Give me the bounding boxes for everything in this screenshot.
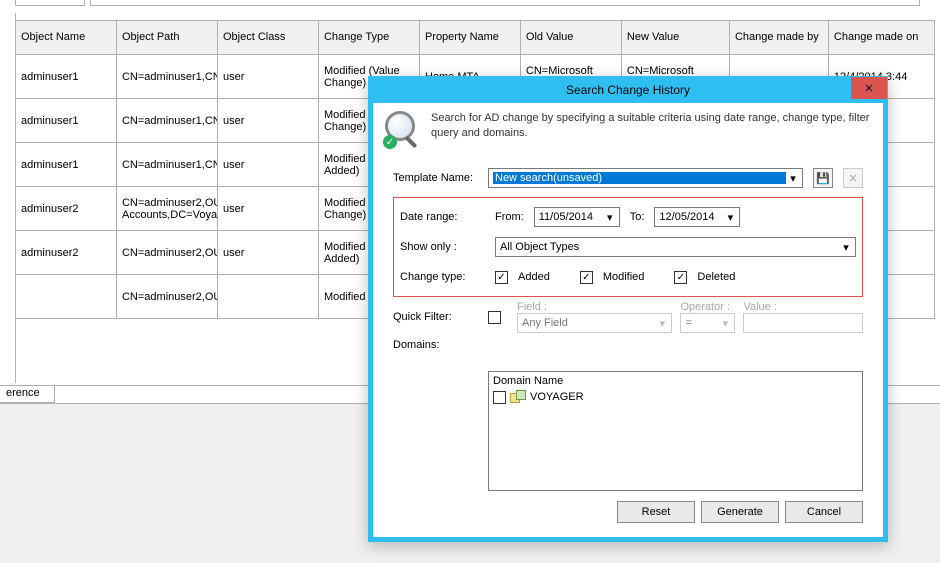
to-label: To: [630, 211, 645, 223]
domain-icon [510, 390, 526, 404]
deleted-label: Deleted [697, 271, 735, 283]
col-change-type[interactable]: Change Type [318, 21, 419, 55]
domains-label: Domains: [393, 339, 478, 351]
template-name-label: Template Name: [393, 172, 478, 184]
col-old-value[interactable]: Old Value [520, 21, 621, 55]
chevron-down-icon: ▾ [718, 315, 732, 331]
save-template-button[interactable]: 💾 [813, 168, 833, 188]
cell: adminuser1 [16, 55, 117, 99]
col-object-class[interactable]: Object Class [217, 21, 318, 55]
operator-select: = ▾ [680, 313, 735, 333]
dialog-titlebar[interactable]: Search Change History ✕ [369, 77, 887, 103]
grid-header-row: Object Name Object Path Object Class Cha… [16, 21, 935, 55]
domain-name: VOYAGER [530, 391, 584, 403]
delete-icon: ✕ [848, 172, 857, 185]
dialog-title: Search Change History [369, 83, 887, 97]
domains-list[interactable]: Domain Name VOYAGER [488, 371, 863, 491]
chevron-down-icon: ▾ [839, 239, 853, 255]
cell [217, 275, 318, 319]
reset-button[interactable]: Reset [617, 501, 695, 523]
show-only-select[interactable]: All Object Types ▾ [495, 237, 856, 257]
search-change-history-dialog: Search Change History ✕ ✓ Search for AD … [368, 76, 888, 542]
chevron-down-icon: ▾ [723, 209, 737, 225]
from-date-input[interactable]: 11/05/2014 ▾ [534, 207, 620, 227]
criteria-group: Date range: From: 11/05/2014 ▾ To: 12/05… [393, 197, 863, 297]
col-object-name[interactable]: Object Name [16, 21, 117, 55]
cell: adminuser1 [16, 99, 117, 143]
close-icon: ✕ [864, 82, 873, 95]
operator-label: Operator : [680, 301, 735, 313]
template-name-value: New search(unsaved) [493, 172, 798, 184]
from-label: From: [495, 211, 524, 223]
quick-filter-label: Quick Filter: [393, 311, 478, 323]
deleted-checkbox[interactable]: ✓ [674, 271, 687, 284]
show-only-value: All Object Types [500, 241, 579, 253]
domain-checkbox[interactable] [493, 391, 506, 404]
col-object-path[interactable]: Object Path [116, 21, 217, 55]
template-name-select[interactable]: New search(unsaved) ▾ [488, 168, 803, 188]
added-checkbox[interactable]: ✓ [495, 271, 508, 284]
field-label: Field : [517, 301, 672, 313]
modified-label: Modified [603, 271, 645, 283]
cell: CN=adminuser2,OU=Service Accounts,DC=Voy… [116, 187, 217, 231]
delete-template-button: ✕ [843, 168, 863, 188]
cell: user [217, 231, 318, 275]
value-label: Value : [743, 301, 863, 313]
show-only-label: Show only : [400, 241, 485, 253]
cell: CN=adminuser2,OU= [116, 275, 217, 319]
col-property-name[interactable]: Property Name [419, 21, 520, 55]
col-change-by[interactable]: Change made by [729, 21, 828, 55]
chevron-down-icon: ▾ [655, 315, 669, 331]
change-type-label: Change type: [400, 271, 485, 283]
cell [16, 275, 117, 319]
toolbar-slot [15, 0, 85, 6]
cell: CN=adminuser1,CN= [116, 143, 217, 187]
cell: adminuser2 [16, 231, 117, 275]
domain-item[interactable]: VOYAGER [493, 389, 858, 405]
modified-checkbox[interactable]: ✓ [580, 271, 593, 284]
cell: user [217, 55, 318, 99]
cancel-button[interactable]: Cancel [785, 501, 863, 523]
search-icon: ✓ [383, 111, 421, 149]
domain-header: Domain Name [493, 375, 858, 387]
cell: user [217, 187, 318, 231]
date-range-label: Date range: [400, 211, 485, 223]
cell: adminuser2 [16, 187, 117, 231]
from-date-value: 11/05/2014 [539, 211, 593, 223]
added-label: Added [518, 271, 550, 283]
field-select: Any Field ▾ [517, 313, 672, 333]
cell: user [217, 99, 318, 143]
cell: adminuser1 [16, 143, 117, 187]
cell: CN=adminuser1,CN= [116, 55, 217, 99]
lower-panel-tab[interactable]: erence [0, 385, 55, 403]
value-input [743, 313, 863, 333]
to-date-input[interactable]: 12/05/2014 ▾ [654, 207, 740, 227]
to-date-value: 12/05/2014 [659, 211, 714, 223]
col-change-on[interactable]: Change made on [828, 21, 934, 55]
close-button[interactable]: ✕ [851, 77, 887, 99]
cell: user [217, 143, 318, 187]
operator-value: = [685, 317, 691, 329]
generate-button[interactable]: Generate [701, 501, 779, 523]
col-new-value[interactable]: New Value [621, 21, 729, 55]
chevron-down-icon: ▾ [786, 170, 800, 186]
quick-filter-checkbox[interactable] [488, 311, 501, 324]
cell: CN=adminuser1,CN= [116, 99, 217, 143]
field-value: Any Field [522, 317, 568, 329]
save-icon: 💾 [816, 172, 830, 185]
chevron-down-icon: ▾ [603, 209, 617, 225]
cell: CN=adminuser2,OU=Service [116, 231, 217, 275]
toolbar-slot [90, 0, 920, 6]
dialog-description: Search for AD change by specifying a sui… [431, 111, 873, 141]
